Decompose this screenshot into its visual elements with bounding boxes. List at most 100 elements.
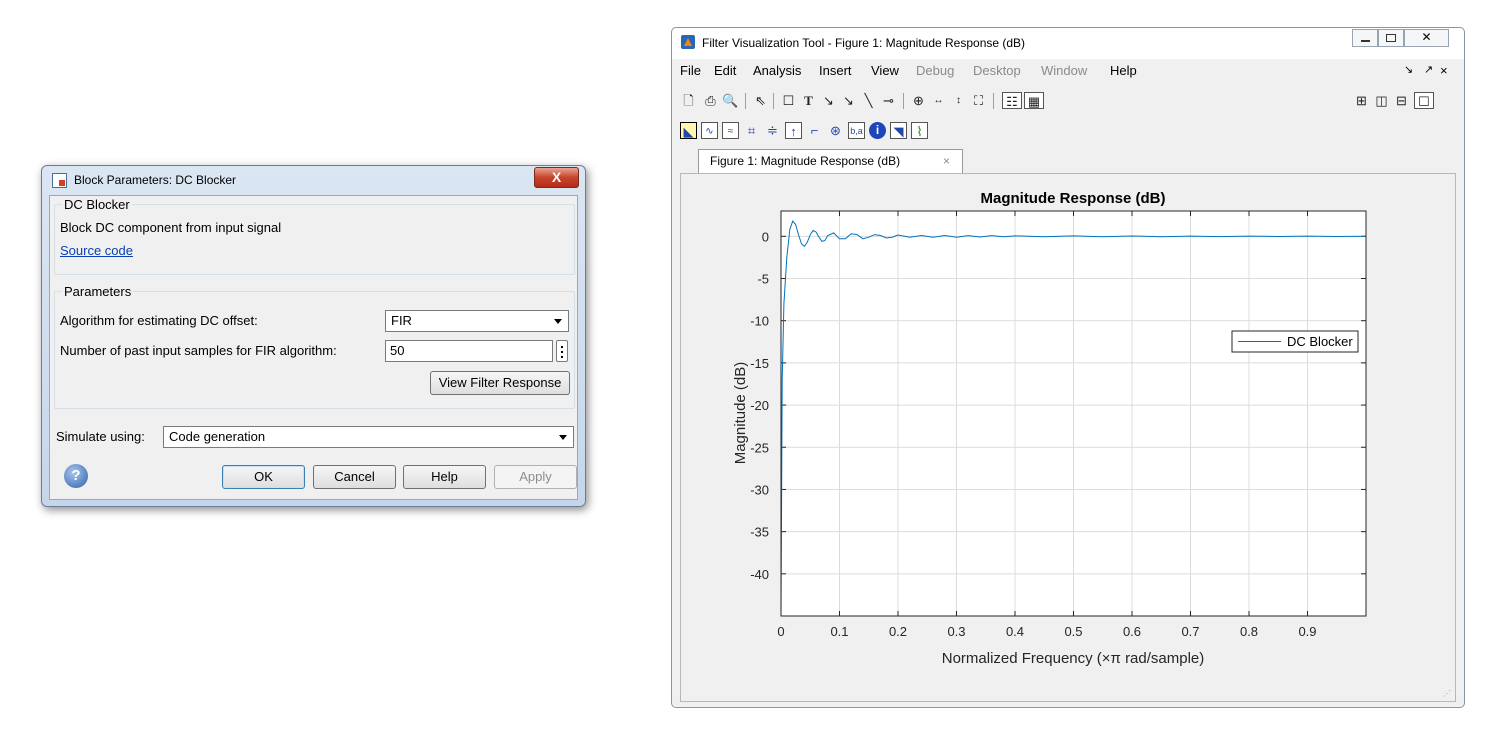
group-delay-icon[interactable]: ⌗ bbox=[743, 122, 760, 139]
dialog-title: Block Parameters: DC Blocker bbox=[74, 173, 237, 187]
legend-icon[interactable]: ☷ bbox=[1002, 92, 1022, 109]
x-tick-label: 0.8 bbox=[1240, 624, 1258, 639]
zoom-in-icon[interactable]: ⊕ bbox=[910, 92, 927, 109]
layout-four-icon[interactable]: ⊞ bbox=[1353, 92, 1370, 109]
rectangle-icon[interactable]: ☐ bbox=[780, 92, 797, 109]
samples-input[interactable]: 50 bbox=[385, 340, 553, 362]
magnitude-estimate-icon[interactable]: ◥ bbox=[890, 122, 907, 139]
menu-insert[interactable]: Insert bbox=[819, 63, 852, 78]
ok-button[interactable]: OK bbox=[222, 465, 305, 489]
new-icon[interactable]: 🗋 bbox=[680, 92, 697, 109]
coefficients-icon[interactable]: b,a bbox=[848, 122, 865, 139]
simulate-using-value: Code generation bbox=[169, 429, 266, 444]
tab-label: Figure 1: Magnitude Response (dB) bbox=[710, 154, 901, 168]
x-tick-label: 0.6 bbox=[1123, 624, 1141, 639]
question-icon[interactable]: ? bbox=[64, 464, 88, 488]
y-tick-label: -35 bbox=[750, 525, 769, 540]
undock-icon[interactable]: ↘ bbox=[1404, 63, 1413, 76]
view-filter-response-button[interactable]: View Filter Response bbox=[430, 371, 570, 395]
menu-debug[interactable]: Debug bbox=[916, 63, 954, 78]
y-tick-label: -15 bbox=[750, 356, 769, 371]
block-description-group: DC Blocker Block DC component from input… bbox=[54, 197, 575, 275]
dialog-titlebar[interactable]: Block Parameters: DC Blocker X bbox=[42, 166, 585, 194]
minimize-icon bbox=[1360, 40, 1370, 42]
algorithm-label: Algorithm for estimating DC offset: bbox=[60, 313, 258, 328]
x-axis-label: Normalized Frequency (×π rad/sample) bbox=[942, 650, 1205, 667]
menu-view[interactable]: View bbox=[871, 63, 899, 78]
chart-legend[interactable]: DC Blocker bbox=[1231, 330, 1359, 353]
algorithm-value: FIR bbox=[391, 313, 412, 328]
minimize-button[interactable] bbox=[1352, 29, 1378, 47]
y-tick-label: -25 bbox=[750, 440, 769, 455]
matlab-icon bbox=[681, 35, 695, 49]
chevron-down-icon bbox=[559, 435, 567, 440]
grid-icon[interactable]: ▦ bbox=[1024, 92, 1044, 109]
menu-bar: File Edit Analysis Insert View Debug Des… bbox=[672, 60, 1464, 80]
full-view-icon[interactable]: ⛶ bbox=[970, 92, 987, 109]
menu-edit[interactable]: Edit bbox=[714, 63, 736, 78]
round-off-noise-icon[interactable]: ⌇ bbox=[911, 122, 928, 139]
pin-icon[interactable]: ⊸ bbox=[880, 92, 897, 109]
double-arrow-icon[interactable]: ↘ bbox=[840, 92, 857, 109]
chart-title: Magnitude Response (dB) bbox=[980, 190, 1165, 207]
menu-desktop[interactable]: Desktop bbox=[973, 63, 1021, 78]
x-tick-label: 0.5 bbox=[1064, 624, 1082, 639]
x-tick-label: 0.7 bbox=[1181, 624, 1199, 639]
zoom-x-icon[interactable]: ↔ bbox=[930, 92, 947, 109]
arrow-icon[interactable]: ↘ bbox=[820, 92, 837, 109]
layout-single-icon[interactable]: ☐ bbox=[1414, 92, 1434, 109]
close-tab-icon[interactable]: × bbox=[943, 150, 950, 173]
x-tick-label: 0 bbox=[777, 624, 784, 639]
parameters-group-legend: Parameters bbox=[62, 284, 134, 299]
line-icon[interactable]: ╲ bbox=[860, 92, 877, 109]
step-response-icon[interactable]: ⌐ bbox=[806, 122, 823, 139]
print-preview-icon[interactable]: 🔍 bbox=[722, 92, 739, 109]
y-axis-label: Magnitude (dB) bbox=[732, 362, 749, 465]
menu-help[interactable]: Help bbox=[1110, 63, 1137, 78]
maximize-button[interactable] bbox=[1378, 29, 1404, 47]
dock-icon[interactable]: ↗ bbox=[1424, 63, 1433, 76]
more-options-icon[interactable] bbox=[556, 340, 568, 362]
parameters-group: Parameters Algorithm for estimating DC o… bbox=[54, 284, 575, 409]
samples-label: Number of past input samples for FIR alg… bbox=[60, 343, 337, 358]
layout-vertical-icon[interactable]: ◫ bbox=[1373, 92, 1390, 109]
menu-analysis[interactable]: Analysis bbox=[753, 63, 801, 78]
algorithm-select[interactable]: FIR bbox=[385, 310, 569, 332]
layout-horizontal-icon[interactable]: ⊟ bbox=[1393, 92, 1410, 109]
analysis-toolbar: ◣ ∿ ≈ ⌗ ≑ ↑ ⌐ ⊛ b,a i ◥ ⌇ bbox=[672, 119, 1464, 143]
magnitude-phase-icon[interactable]: ≈ bbox=[722, 122, 739, 139]
help-button[interactable]: Help bbox=[403, 465, 486, 489]
magnitude-response-chart[interactable]: 0 0.1 0.2 0.3 0.4 0.5 0.6 0.7 0.8 0.9 0 -5 -10 -15 -20… bbox=[681, 174, 1455, 701]
cancel-button[interactable]: Cancel bbox=[313, 465, 396, 489]
apply-button[interactable]: Apply bbox=[494, 465, 577, 489]
chevron-down-icon bbox=[554, 319, 562, 324]
close-figure-icon[interactable]: × bbox=[1440, 63, 1448, 78]
close-button[interactable]: X bbox=[534, 167, 579, 188]
impulse-response-icon[interactable]: ↑ bbox=[785, 122, 802, 139]
phase-delay-icon[interactable]: ≑ bbox=[764, 122, 781, 139]
y-tick-label: -10 bbox=[750, 314, 769, 329]
figure-tab-strip: Figure 1: Magnitude Response (dB) × bbox=[681, 149, 1455, 173]
close-button[interactable]: ✕ bbox=[1404, 29, 1449, 47]
magnitude-response-icon[interactable]: ◣ bbox=[680, 122, 697, 139]
menu-file[interactable]: File bbox=[680, 63, 701, 78]
simulate-using-select[interactable]: Code generation bbox=[163, 426, 574, 448]
source-code-link[interactable]: Source code bbox=[60, 243, 133, 258]
fvtool-titlebar[interactable]: Filter Visualization Tool - Figure 1: Ma… bbox=[672, 28, 1464, 59]
toolbar-separator bbox=[773, 93, 774, 109]
x-tick-label: 0.3 bbox=[947, 624, 965, 639]
text-icon[interactable]: T bbox=[800, 92, 817, 109]
x-tick-label: 0.4 bbox=[1006, 624, 1024, 639]
phase-response-icon[interactable]: ∿ bbox=[701, 122, 718, 139]
info-icon[interactable]: i bbox=[869, 122, 886, 139]
print-icon[interactable]: ⎙ bbox=[702, 92, 719, 109]
main-toolbar: 🗋 ⎙ 🔍 ⇖ ☐ T ↘ ↘ ╲ ⊸ ⊕ ↔ ↕ ⛶ ☷ ▦ ⊞ ◫ ⊟ ☐ bbox=[672, 89, 1464, 113]
resize-grip[interactable]: ⋰ bbox=[1443, 689, 1451, 698]
x-tick-label: 0.9 bbox=[1298, 624, 1316, 639]
pointer-icon[interactable]: ⇖ bbox=[752, 92, 769, 109]
zoom-y-icon[interactable]: ↕ bbox=[950, 92, 967, 109]
menu-window[interactable]: Window bbox=[1041, 63, 1087, 78]
toolbar-separator bbox=[993, 93, 994, 109]
tab-figure-1[interactable]: Figure 1: Magnitude Response (dB) × bbox=[698, 149, 963, 173]
pole-zero-icon[interactable]: ⊛ bbox=[827, 122, 844, 139]
